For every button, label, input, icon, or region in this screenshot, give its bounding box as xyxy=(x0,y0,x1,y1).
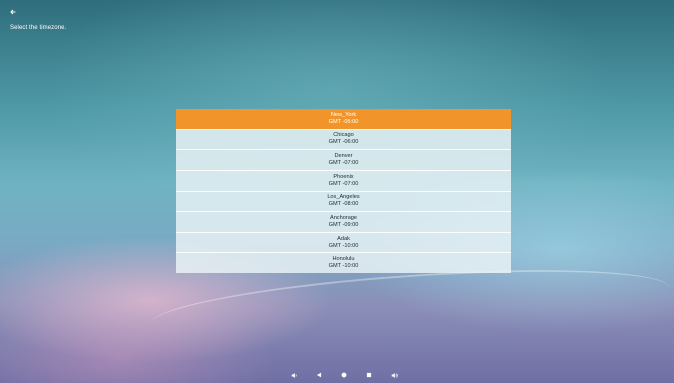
timezone-item-3[interactable]: Phoenix GMT -07:00 xyxy=(176,170,511,192)
timezone-offset: GMT -05:00 xyxy=(328,118,359,125)
timezone-item-1[interactable]: Chicago GMT -06:00 xyxy=(176,129,511,151)
back-arrow-icon[interactable] xyxy=(10,8,16,17)
volume-up-icon[interactable] xyxy=(388,372,400,382)
timezone-item-0[interactable]: New_York GMT -05:00 xyxy=(176,109,511,130)
timezone-name: Adak xyxy=(337,235,350,242)
recents-square-icon[interactable] xyxy=(363,372,375,381)
timezone-name: Chicago xyxy=(333,132,354,139)
home-circle-icon[interactable] xyxy=(338,372,350,381)
recents-square-glyph xyxy=(366,372,372,378)
timezone-name: Los_Angeles xyxy=(327,194,360,201)
timezone-name: New_York xyxy=(330,111,357,118)
back-triangle-icon[interactable] xyxy=(313,372,325,381)
timezone-list: New_York GMT -05:00 Chicago GMT -06:00 D… xyxy=(176,109,511,273)
timezone-offset: GMT -07:00 xyxy=(328,180,359,187)
volume-down-glyph xyxy=(291,373,297,378)
system-navigation-bar xyxy=(0,371,674,383)
timezone-item-5[interactable]: Anchorage GMT -09:00 xyxy=(176,212,511,233)
timezone-name: Honolulu xyxy=(332,256,355,263)
timezone-offset: GMT -10:00 xyxy=(328,263,359,270)
timezone-item-6[interactable]: Adak GMT -10:00 xyxy=(176,232,511,254)
volume-down-icon[interactable] xyxy=(288,372,300,382)
timezone-offset: GMT -07:00 xyxy=(328,160,359,167)
timezone-name: Anchorage xyxy=(329,214,358,221)
page-prompt: Select the timezone. xyxy=(10,25,67,31)
timezone-offset: GMT -10:00 xyxy=(328,242,359,249)
timezone-item-7[interactable]: Honolulu GMT -10:00 xyxy=(176,253,511,273)
timezone-item-2[interactable]: Denver GMT -07:00 xyxy=(176,150,511,171)
timezone-offset: GMT -06:00 xyxy=(328,139,359,146)
volume-up-glyph xyxy=(391,373,398,378)
timezone-offset: GMT -09:00 xyxy=(328,221,359,228)
timezone-name: Phoenix xyxy=(333,173,354,180)
timezone-item-4[interactable]: Los_Angeles GMT -08:00 xyxy=(176,191,511,213)
timezone-name: Denver xyxy=(334,153,353,160)
home-circle-glyph xyxy=(341,372,347,378)
back-triangle-glyph xyxy=(316,372,322,378)
wallpaper: Select the timezone. New_York GMT -05:00… xyxy=(0,0,674,383)
back-arrow-glyph xyxy=(10,9,16,15)
timezone-offset: GMT -08:00 xyxy=(328,201,359,208)
